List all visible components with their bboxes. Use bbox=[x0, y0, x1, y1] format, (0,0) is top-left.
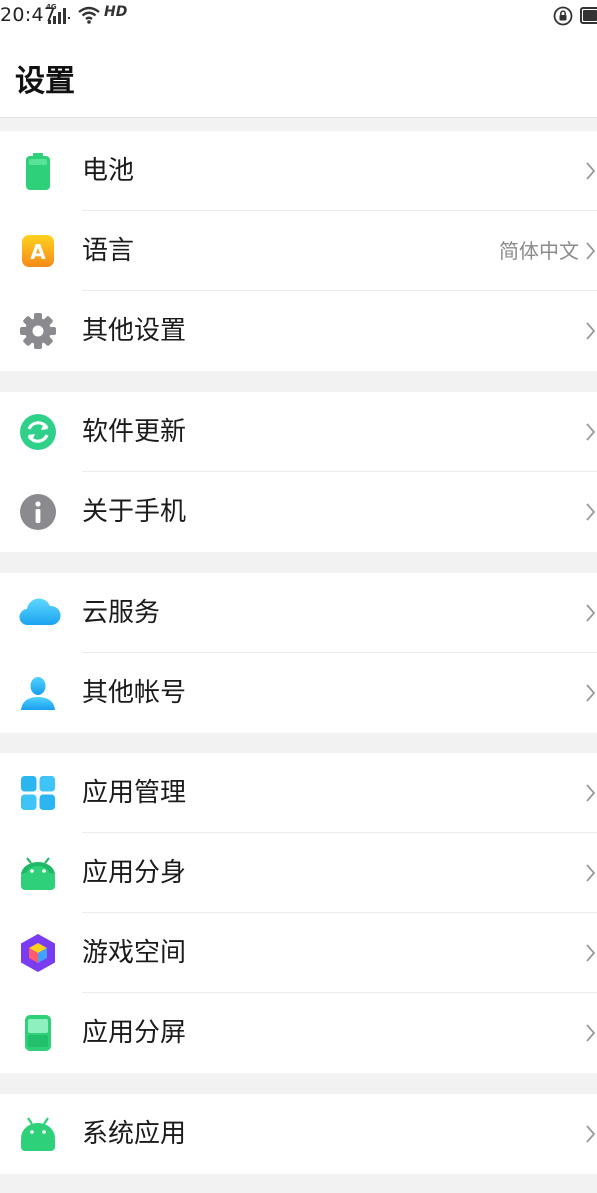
game-cube-icon bbox=[18, 933, 58, 973]
android-clone-icon bbox=[18, 853, 58, 893]
app-grid-icon bbox=[18, 773, 58, 813]
chevron-right-icon bbox=[585, 237, 597, 265]
setting-item-label: 其他设置 bbox=[82, 316, 187, 346]
setting-item-label: 软件更新 bbox=[82, 417, 187, 447]
setting-item-label: 系统应用 bbox=[82, 1119, 187, 1149]
setting-item-cloud-service[interactable]: 云服务 bbox=[0, 573, 597, 653]
setting-item-label: 应用分屏 bbox=[82, 1018, 187, 1048]
rotation-lock-icon bbox=[553, 6, 573, 30]
language-icon: A bbox=[18, 231, 58, 271]
settings-group-apps: 应用管理 应用分身 游戏空间 应用分屏 bbox=[0, 753, 597, 1073]
battery-icon bbox=[18, 151, 58, 191]
chevron-right-icon bbox=[585, 779, 597, 807]
battery-status-icon bbox=[580, 7, 597, 24]
language-glyph: A bbox=[30, 240, 46, 264]
setting-item-label: 其他帐号 bbox=[82, 678, 187, 708]
chevron-right-icon bbox=[585, 418, 597, 446]
setting-item-app-clone[interactable]: 应用分身 bbox=[0, 833, 597, 913]
update-icon bbox=[18, 412, 58, 452]
settings-group-system: 软件更新 关于手机 bbox=[0, 392, 597, 552]
chevron-right-icon bbox=[585, 1019, 597, 1047]
settings-group-system-apps: 系统应用 bbox=[0, 1094, 597, 1174]
setting-item-split-screen[interactable]: 应用分屏 bbox=[0, 993, 597, 1073]
setting-item-label: 电池 bbox=[82, 156, 135, 186]
cloud-icon bbox=[18, 593, 61, 633]
chevron-right-icon bbox=[585, 679, 597, 707]
setting-item-about-phone[interactable]: 关于手机 bbox=[0, 472, 597, 552]
android-icon bbox=[18, 1114, 58, 1154]
setting-item-software-update[interactable]: 软件更新 bbox=[0, 392, 597, 472]
setting-item-language[interactable]: A 语言 简体中文 bbox=[0, 211, 597, 291]
setting-item-battery[interactable]: 电池 bbox=[0, 131, 597, 211]
setting-item-game-space[interactable]: 游戏空间 bbox=[0, 913, 597, 993]
language-value: 简体中文 bbox=[499, 239, 579, 263]
settings-group-device: 电池 A 语言 简体中文 其他设置 bbox=[0, 131, 597, 371]
setting-item-label: 应用管理 bbox=[82, 778, 187, 808]
wifi-icon bbox=[78, 5, 100, 29]
setting-item-app-management[interactable]: 应用管理 bbox=[0, 753, 597, 833]
chevron-right-icon bbox=[585, 859, 597, 887]
signal-icon: 4G bbox=[46, 3, 72, 26]
setting-item-system-apps[interactable]: 系统应用 bbox=[0, 1094, 597, 1174]
status-bar: 20:47 4G HD bbox=[0, 0, 597, 32]
person-icon bbox=[18, 673, 58, 713]
chevron-right-icon bbox=[585, 1120, 597, 1148]
gear-icon bbox=[18, 311, 58, 351]
network-type: 4G bbox=[46, 3, 57, 11]
chevron-right-icon bbox=[585, 939, 597, 967]
hd-indicator: HD bbox=[104, 4, 128, 20]
setting-item-label: 游戏空间 bbox=[82, 938, 187, 968]
chevron-right-icon bbox=[585, 157, 597, 185]
setting-item-label: 关于手机 bbox=[82, 497, 187, 527]
setting-item-other-accounts[interactable]: 其他帐号 bbox=[0, 653, 597, 733]
header: 设置 bbox=[0, 32, 597, 118]
chevron-right-icon bbox=[585, 599, 597, 627]
setting-item-label: 应用分身 bbox=[82, 858, 187, 888]
settings-group-accounts: 云服务 其他帐号 bbox=[0, 573, 597, 733]
page-title: 设置 bbox=[15, 64, 75, 99]
split-screen-icon bbox=[18, 1013, 58, 1053]
setting-item-label: 云服务 bbox=[82, 598, 161, 628]
setting-item-label: 语言 bbox=[82, 236, 135, 266]
chevron-right-icon bbox=[585, 498, 597, 526]
info-icon bbox=[18, 492, 58, 532]
setting-item-other-settings[interactable]: 其他设置 bbox=[0, 291, 597, 371]
chevron-right-icon bbox=[585, 317, 597, 345]
